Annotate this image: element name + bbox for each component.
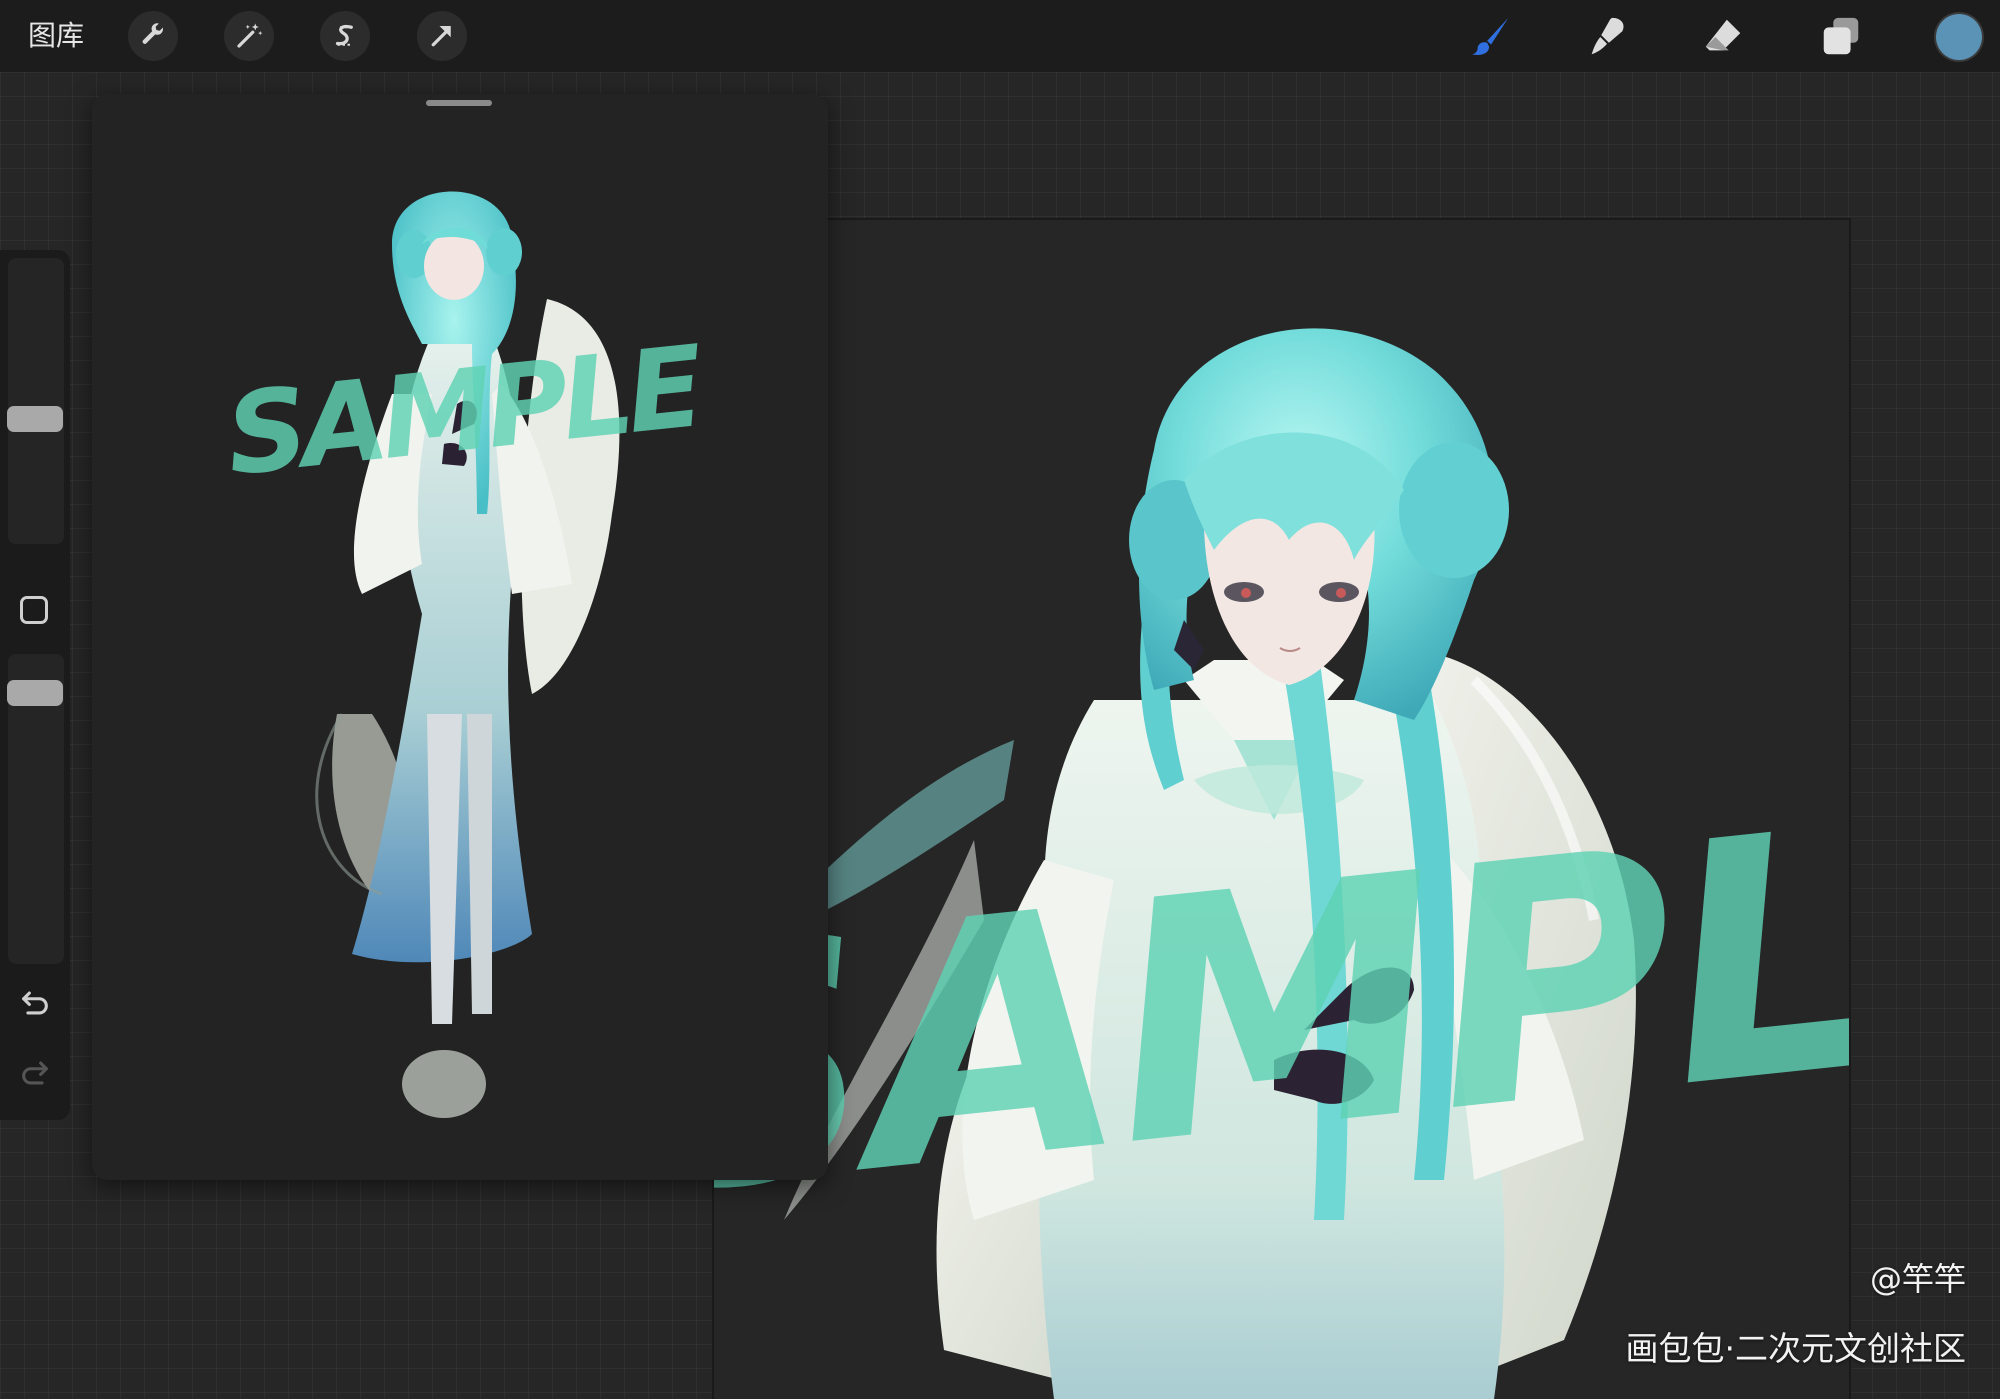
wrench-icon bbox=[142, 23, 164, 44]
magic-wand-icon bbox=[237, 23, 263, 48]
author-watermark: @竿竿 bbox=[1869, 1260, 1966, 1298]
eraser-icon bbox=[1705, 19, 1741, 51]
transform-button[interactable] bbox=[417, 11, 467, 61]
top-toolbar: 图库 bbox=[0, 0, 2000, 72]
actions-button[interactable] bbox=[128, 11, 178, 61]
undo-icon[interactable] bbox=[18, 986, 52, 1020]
brush-size-thumb[interactable] bbox=[7, 406, 63, 432]
brush-size-slider[interactable] bbox=[8, 258, 64, 544]
reference-sample-watermark: SAMPLE bbox=[220, 322, 709, 501]
site-watermark: 画包包·二次元文创社区 bbox=[1625, 1329, 1967, 1368]
adjustments-button[interactable] bbox=[224, 11, 274, 61]
brush-icon bbox=[1471, 17, 1509, 55]
color-picker[interactable] bbox=[1936, 14, 1982, 60]
canvas-illustration: SAMPLE bbox=[714, 328, 1849, 1399]
arrow-cursor-icon bbox=[431, 26, 451, 47]
layers-icon bbox=[1823, 17, 1859, 55]
eraser-tool[interactable] bbox=[1700, 14, 1746, 60]
modify-button[interactable] bbox=[20, 596, 48, 624]
smudge-icon bbox=[1591, 17, 1624, 55]
opacity-thumb[interactable] bbox=[7, 680, 63, 706]
reference-illustration: SAMPLE bbox=[220, 191, 710, 1118]
reference-panel[interactable]: SAMPLE bbox=[92, 94, 828, 1180]
left-sidebar bbox=[0, 250, 70, 1120]
smudge-tool[interactable] bbox=[1584, 14, 1630, 60]
redo-icon[interactable] bbox=[18, 1056, 52, 1090]
brush-tool[interactable] bbox=[1468, 14, 1514, 60]
drawing-canvas[interactable]: SAMPLE bbox=[712, 218, 1851, 1399]
selection-s-icon bbox=[335, 25, 353, 46]
layers-tool[interactable] bbox=[1818, 14, 1864, 60]
selection-button[interactable] bbox=[320, 11, 370, 61]
gallery-button[interactable]: 图库 bbox=[28, 18, 84, 54]
